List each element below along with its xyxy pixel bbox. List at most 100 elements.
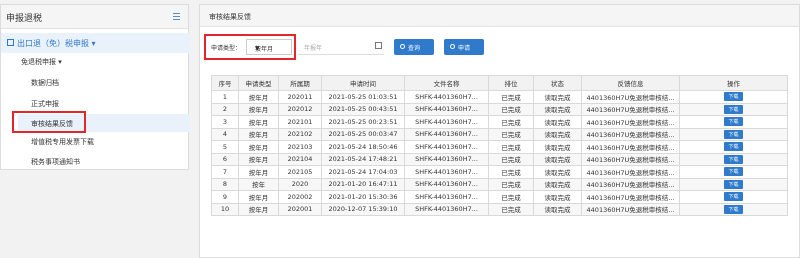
- download-button[interactable]: 下载: [724, 167, 743, 177]
- download-button[interactable]: 下载: [724, 104, 743, 114]
- highlight-box: [12, 111, 86, 133]
- col-header: 申请时间: [321, 75, 405, 91]
- search-icon: [450, 44, 455, 49]
- table-cell: 2021-05-25 00:23:51: [321, 115, 405, 129]
- table-cell: 4401360H7U免退税审核结...: [581, 115, 680, 129]
- table-cell: 202002: [278, 190, 322, 204]
- table-cell: 4401360H7U免退税审核结...: [581, 177, 680, 191]
- sidebar-group-label: 出口退（免）税申报 ▾: [17, 39, 96, 48]
- table-row: 4 按年月 202102 2021-05-25 00:03:47 SHFK-440136…: [211, 127, 788, 141]
- sidebar-item-invoice-download[interactable]: 增值税专用发票下载: [31, 137, 94, 147]
- download-button[interactable]: 下载: [724, 204, 743, 214]
- table-cell: 2021-05-24 17:04:03: [321, 165, 405, 179]
- table-cell: 读取完成: [533, 115, 582, 129]
- table-cell: 读取完成: [533, 202, 582, 216]
- download-button[interactable]: 下载: [724, 192, 743, 202]
- table-cell: 1: [211, 90, 239, 104]
- table-cell: 按年月: [238, 190, 279, 204]
- period-input[interactable]: 年报年: [298, 39, 384, 55]
- table-cell: 读取完成: [533, 102, 582, 116]
- table-cell: 已完成: [488, 102, 534, 116]
- col-header: 文件名称: [404, 75, 489, 91]
- download-button[interactable]: 下载: [724, 92, 743, 102]
- table-cell: 按年月: [238, 152, 279, 166]
- table-row: 10 按年月 202001 2020-12-07 15:39:10 SHFK-44013…: [211, 202, 788, 216]
- table-cell: 202104: [278, 152, 322, 166]
- apply-button[interactable]: 申请: [444, 39, 484, 55]
- table-cell: 202102: [278, 127, 322, 141]
- sidebar-item-notice[interactable]: 税务事项通知书: [31, 157, 80, 167]
- filter-bar: 申请类型： 按年月 ▼ 年报年 查询 申请: [204, 33, 796, 63]
- col-header: 反馈信息: [581, 75, 680, 91]
- sidebar-title: 申报退税: [6, 14, 43, 24]
- table-cell: 已完成: [488, 190, 534, 204]
- table-cell: 读取完成: [533, 165, 582, 179]
- sidebar-submenu[interactable]: 免退税申报 ▾: [21, 57, 62, 67]
- sidebar-item-archive[interactable]: 数据归档: [31, 78, 59, 88]
- action-cell: 下载: [679, 102, 788, 116]
- download-button[interactable]: 下载: [724, 129, 743, 139]
- table-cell: 202001: [278, 202, 322, 216]
- menu-icon[interactable]: [173, 13, 180, 20]
- table-row: 2 按年月 202012 2021-05-25 00:43:51 SHFK-440136…: [211, 102, 788, 116]
- table-cell: 读取完成: [533, 127, 582, 141]
- table-row: 6 按年月 202104 2021-05-24 17:48:21 SHFK-440136…: [211, 152, 788, 166]
- table-cell: 8: [211, 177, 239, 191]
- main-header: 审核结果反馈: [200, 5, 799, 27]
- table-cell: 2021-05-25 00:43:51: [321, 102, 405, 116]
- sidebar-item-formal[interactable]: 正式申报: [31, 99, 59, 109]
- action-cell: 下载: [679, 202, 788, 216]
- calendar-icon[interactable]: [375, 42, 382, 49]
- table-cell: 2020: [278, 177, 322, 191]
- table-cell: 7: [211, 165, 239, 179]
- table-cell: 4401360H7U免退税审核结...: [581, 202, 680, 216]
- table-cell: 2021-01-20 16:47:11: [321, 177, 405, 191]
- table-cell: 5: [211, 140, 239, 154]
- action-cell: 下载: [679, 140, 788, 154]
- table-cell: 读取完成: [533, 90, 582, 104]
- action-cell: 下载: [679, 152, 788, 166]
- table-cell: 202101: [278, 115, 322, 129]
- table-cell: SHFK-4401360H7...: [404, 202, 489, 216]
- table-cell: 4401360H7U免退税审核结...: [581, 190, 680, 204]
- search-icon: [400, 44, 405, 49]
- query-button[interactable]: 查询: [394, 39, 434, 55]
- col-header: 所属期: [278, 75, 322, 91]
- sidebar-panel: 申报退税 出口退（免）税申报 ▾ 免退税申报 ▾ 数据归档 正式申报 审核结果反…: [0, 4, 190, 170]
- table-cell: 4: [211, 127, 239, 141]
- table-cell: 2021-05-24 18:50:46: [321, 140, 405, 154]
- table-cell: 4401360H7U免退税审核结...: [581, 90, 680, 104]
- table-cell: 按年月: [238, 90, 279, 104]
- table-cell: 按年月: [238, 127, 279, 141]
- table-cell: 按年月: [238, 115, 279, 129]
- table-cell: 已完成: [488, 152, 534, 166]
- table-cell: 2021-01-20 15:30:36: [321, 190, 405, 204]
- sidebar-header: 申报退税: [1, 5, 188, 29]
- table-cell: 已完成: [488, 165, 534, 179]
- feedback-table: 序号 申请类型 所属期 申请时间 文件名称 排位 状态 反馈信息 操作 1 按年月…: [211, 75, 788, 216]
- table-cell: SHFK-4401360H7...: [404, 140, 489, 154]
- apply-button-label: 申请: [458, 45, 471, 52]
- action-cell: 下载: [679, 127, 788, 141]
- table-cell: SHFK-4401360H7...: [404, 102, 489, 116]
- table-cell: 2021-05-25 01:03:51: [321, 90, 405, 104]
- download-button[interactable]: 下载: [724, 117, 743, 127]
- table-cell: SHFK-4401360H7...: [404, 190, 489, 204]
- table-cell: 2020-12-07 15:39:10: [321, 202, 405, 216]
- table-cell: 按年月: [238, 165, 279, 179]
- table-cell: 按年月: [238, 102, 279, 116]
- download-button[interactable]: 下载: [724, 154, 743, 164]
- table-row: 7 按年月 202105 2021-05-24 17:04:03 SHFK-440136…: [211, 165, 788, 179]
- col-header: 申请类型: [238, 75, 279, 91]
- action-cell: 下载: [679, 115, 788, 129]
- sidebar-group[interactable]: 出口退（免）税申报 ▾: [1, 33, 190, 53]
- table-cell: 按年: [238, 177, 279, 191]
- table-row: 5 按年月 202103 2021-05-24 18:50:46 SHFK-440136…: [211, 140, 788, 154]
- table-body: 1 按年月 202011 2021-05-25 01:03:51 SHFK-440136…: [211, 90, 788, 216]
- download-button[interactable]: 下载: [724, 179, 743, 189]
- table-cell: SHFK-4401360H7...: [404, 115, 489, 129]
- table-cell: SHFK-4401360H7...: [404, 90, 489, 104]
- table-cell: 已完成: [488, 127, 534, 141]
- download-button[interactable]: 下载: [724, 142, 743, 152]
- highlight-box: [204, 34, 296, 60]
